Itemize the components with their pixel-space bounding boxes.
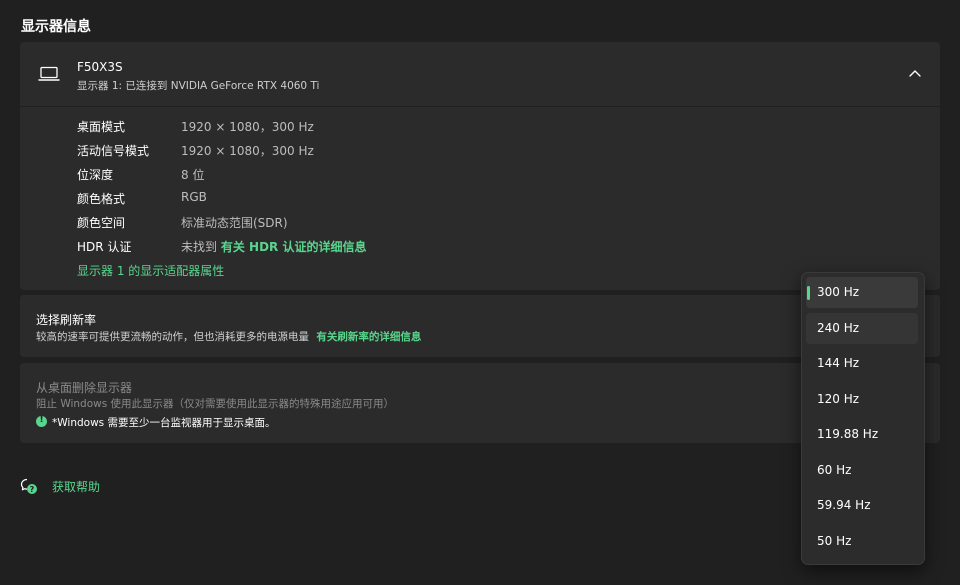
hdr-info-link[interactable]: 有关 HDR 认证的详细信息: [221, 240, 367, 254]
detail-value: 1920 × 1080，300 Hz: [181, 144, 314, 158]
refresh-option-119-88[interactable]: 119.88 Hz: [806, 419, 918, 450]
refresh-rate-dropdown[interactable]: 300 Hz 240 Hz 144 Hz 120 Hz 119.88 Hz 60…: [801, 272, 925, 565]
option-label: 144 Hz: [817, 356, 860, 370]
refresh-option-50[interactable]: 50 Hz: [806, 526, 918, 557]
laptop-icon: [38, 66, 60, 81]
option-label: 240 Hz: [817, 321, 860, 335]
detail-value: RGB: [181, 190, 207, 204]
option-label: 300 Hz: [817, 285, 860, 299]
note-text: *Windows 需要至少一台监视器用于显示桌面。: [52, 417, 276, 429]
help-chat-icon: ?: [20, 478, 37, 494]
detail-value: 未找到 有关 HDR 认证的详细信息: [181, 238, 366, 255]
info-icon: [36, 415, 47, 427]
remove-display-note: *Windows 需要至少一台监视器用于显示桌面。: [36, 415, 275, 430]
option-label: 119.88 Hz: [817, 427, 879, 441]
adapter-properties-link[interactable]: 显示器 1 的显示适配器属性: [77, 262, 224, 279]
refresh-desc-text: 较高的速率可提供更流畅的动作，但也消耗更多的电源电量: [36, 331, 309, 343]
detail-value: 1920 × 1080，300 Hz: [181, 120, 314, 134]
detail-value: 标准动态范围(SDR): [181, 216, 288, 230]
detail-label: 位深度: [77, 168, 114, 182]
detail-label: 颜色格式: [77, 192, 126, 206]
detail-label: 桌面模式: [77, 120, 126, 134]
monitor-subtitle: 显示器 1: 已连接到 NVIDIA GeForce RTX 4060 Ti: [77, 80, 320, 92]
option-label: 59.94 Hz: [817, 498, 871, 512]
refresh-option-120[interactable]: 120 Hz: [806, 384, 918, 415]
get-help-label: 获取帮助: [52, 480, 101, 494]
refresh-option-60[interactable]: 60 Hz: [806, 455, 918, 486]
svg-text:?: ?: [30, 485, 35, 494]
refresh-rate-title: 选择刷新率: [36, 313, 97, 327]
refresh-rate-description: 较高的速率可提供更流畅的动作，但也消耗更多的电源电量 有关刷新率的详细信息: [36, 329, 421, 344]
hdr-status: 未找到: [181, 240, 218, 254]
refresh-option-240[interactable]: 240 Hz: [806, 313, 918, 344]
detail-label: 颜色空间: [77, 216, 126, 230]
refresh-option-59-94[interactable]: 59.94 Hz: [806, 490, 918, 521]
refresh-option-300[interactable]: 300 Hz: [806, 277, 918, 308]
monitor-info-card: F50X3S 显示器 1: 已连接到 NVIDIA GeForce RTX 40…: [20, 42, 940, 290]
refresh-info-link[interactable]: 有关刷新率的详细信息: [316, 331, 421, 343]
chevron-up-icon[interactable]: [908, 68, 922, 78]
detail-value: 8 位: [181, 168, 205, 182]
selection-indicator: [807, 286, 810, 300]
remove-display-description: 阻止 Windows 使用此显示器（仅对需要使用此显示器的特殊用途应用可用）: [36, 398, 395, 410]
monitor-header[interactable]: F50X3S 显示器 1: 已连接到 NVIDIA GeForce RTX 40…: [20, 42, 940, 107]
monitor-name: F50X3S: [77, 60, 123, 74]
detail-label: 活动信号模式: [77, 144, 150, 158]
option-label: 50 Hz: [817, 534, 852, 548]
remove-display-title: 从桌面删除显示器: [36, 381, 133, 395]
refresh-option-144[interactable]: 144 Hz: [806, 348, 918, 379]
detail-label: HDR 认证: [77, 240, 132, 254]
option-label: 120 Hz: [817, 392, 860, 406]
option-label: 60 Hz: [817, 463, 852, 477]
section-title: 显示器信息: [21, 19, 91, 35]
